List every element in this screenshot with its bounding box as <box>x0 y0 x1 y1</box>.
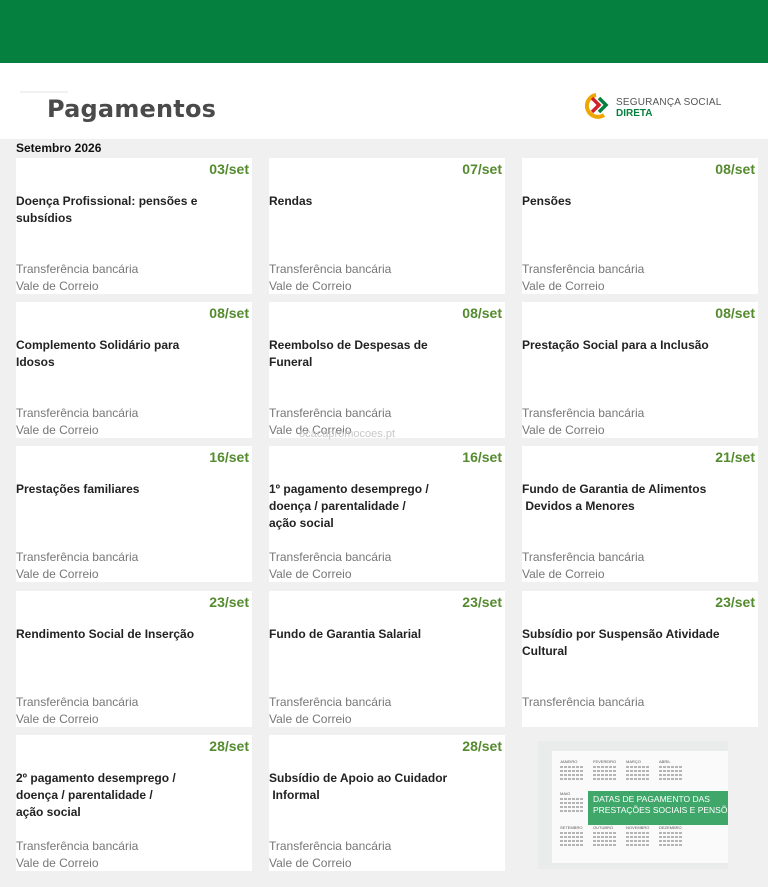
payment-card[interactable]: 16/set Prestações familiares Transferência… <box>16 446 252 582</box>
payment-method-transfer: Transferência bancária <box>522 550 645 564</box>
payment-method-transfer: Transferência bancária <box>16 550 139 564</box>
payment-card[interactable]: 08/set Pensões Transferência bancária Vale … <box>522 158 758 294</box>
payment-method-transfer: Transferência bancária <box>16 262 139 276</box>
payment-method-transfer: Transferência bancária <box>269 262 392 276</box>
benefit-name: Rendimento Social de Inserção <box>16 627 195 641</box>
payment-method-postal: Vale de Correio <box>269 856 352 870</box>
benefit-name: Reembolso de Despesas de Funeral <box>269 338 428 369</box>
payment-method-postal: Vale de Correio <box>269 712 352 726</box>
payment-card[interactable]: 28/set 2º pagamento desemprego / doença /… <box>16 735 252 871</box>
payment-method-postal: Vale de Correio <box>16 423 99 437</box>
payment-date: 21/set <box>715 449 755 465</box>
benefit-name: Prestações familiares <box>16 482 140 496</box>
calendar-month-label: MAIO <box>560 791 571 796</box>
payment-date: 16/set <box>462 449 502 465</box>
benefit-name: 2º pagamento desemprego / doença / paren… <box>16 771 176 819</box>
payment-date: 08/set <box>462 305 502 321</box>
benefit-name: Subsídio de Apoio ao Cuidador Informal <box>269 771 448 802</box>
payment-method-postal: Vale de Correio <box>16 567 99 581</box>
calendar-month-label: NOVEMBRO <box>626 825 650 830</box>
benefit-name: Fundo de Garantia de Alimentos Devidos a… <box>522 482 707 513</box>
payment-card[interactable]: 21/set Fundo de Garantia de Alimentos Dev… <box>522 446 758 582</box>
brand-subname: DIRETA <box>616 108 653 119</box>
payment-card[interactable]: 03/set Doença Profissional: pensões e sub… <box>16 158 252 294</box>
payment-card[interactable]: 28/set Subsídio de Apoio ao Cuidador Info… <box>269 735 505 871</box>
benefit-name: Doença Profissional: pensões e subsídios <box>16 194 198 225</box>
month-label: Setembro 2026 <box>16 141 102 155</box>
payment-method-postal: Vale de Correio <box>16 856 99 870</box>
payment-date: 23/set <box>209 594 249 610</box>
benefit-name: Subsídio por Suspensão Atividade Cultura… <box>522 627 720 658</box>
payment-method-transfer: Transferência bancária <box>269 839 392 853</box>
payment-method-transfer: Transferência bancária <box>16 695 139 709</box>
calendar-month-label: SETEMBRO <box>560 825 583 830</box>
payment-method-postal: Vale de Correio <box>16 712 99 726</box>
payment-card[interactable]: 08/set Complemento Solidário para Idosos T… <box>16 302 252 438</box>
payment-method-transfer: Transferência bancária <box>16 839 139 853</box>
payment-card[interactable]: 23/set Subsídio por Suspensão Atividade C… <box>522 591 758 727</box>
payment-card[interactable]: 08/set Prestação Social para a Inclusão Tr… <box>522 302 758 438</box>
promo-calendar-image[interactable]: JANEIRO FEVEREIRO MARÇO ABRIL MAIO SETEMBRO OU… <box>538 741 728 869</box>
payment-method-postal: Vale de Correio <box>522 423 605 437</box>
payment-method-transfer: Transferência bancária <box>522 406 645 420</box>
payment-card[interactable]: 16/set 1º pagamento desemprego / doença /… <box>269 446 505 582</box>
payment-method-postal: Vale de Correio <box>16 279 99 293</box>
watermark: ocacapromocoes.pt <box>299 428 395 440</box>
payment-date: 07/set <box>462 161 502 177</box>
top-bar <box>0 0 768 63</box>
benefit-name: Complemento Solidário para Idosos <box>16 338 180 369</box>
calendar-month-label: JANEIRO <box>560 759 578 764</box>
payment-card[interactable]: 08/set Reembolso de Despesas de Funeral Tr… <box>269 302 505 438</box>
payment-method-postal: Vale de Correio <box>522 567 605 581</box>
payment-method-postal: Vale de Correio <box>269 279 352 293</box>
payment-card[interactable]: 23/set Fundo de Garantia Salarial Transfer… <box>269 591 505 727</box>
payment-card[interactable]: 23/set Rendimento Social de Inserção Trans… <box>16 591 252 727</box>
payment-method-transfer: Transferência bancária <box>269 695 392 709</box>
benefit-name: Prestação Social para a Inclusão <box>522 338 709 352</box>
payment-date: 08/set <box>715 305 755 321</box>
promo-banner-text: DATAS DE PAGAMENTO DAS PRESTAÇÕES SOCIAI… <box>593 794 728 815</box>
payment-method-transfer: Transferência bancária <box>522 695 645 709</box>
title-accent-line <box>20 91 68 93</box>
benefit-name: 1º pagamento desemprego / doença / paren… <box>269 482 429 530</box>
calendar-month-label: OUTUBRO <box>593 825 613 830</box>
payment-date: 16/set <box>209 449 249 465</box>
payment-method-transfer: Transferência bancária <box>269 550 392 564</box>
calendar-month-label: ABRIL <box>659 759 671 764</box>
promo-banner: DATAS DE PAGAMENTO DAS PRESTAÇÕES SOCIAI… <box>588 791 728 825</box>
payment-date: 28/set <box>462 738 502 754</box>
seguranca-social-direta-logo[interactable]: SEGURANÇA SOCIAL DIRETA <box>582 91 721 121</box>
calendar-month-label: DEZEMBRO <box>659 825 682 830</box>
page-title: Pagamentos <box>47 95 217 123</box>
calendar-month-label: MARÇO <box>626 759 641 764</box>
page-header: Pagamentos SEGURANÇA SOCIAL DIRETA <box>0 63 768 139</box>
benefit-name: Pensões <box>522 194 572 208</box>
payment-date: 08/set <box>209 305 249 321</box>
payment-date: 23/set <box>715 594 755 610</box>
payment-date: 03/set <box>209 161 249 177</box>
payment-date: 23/set <box>462 594 502 610</box>
payment-date: 08/set <box>715 161 755 177</box>
brand-name: SEGURANÇA SOCIAL <box>616 97 722 108</box>
payment-method-postal: Vale de Correio <box>522 279 605 293</box>
payment-method-transfer: Transferência bancária <box>522 262 645 276</box>
payment-method-postal: Vale de Correio <box>269 567 352 581</box>
benefit-name: Fundo de Garantia Salarial <box>269 627 422 641</box>
payment-method-transfer: Transferência bancária <box>16 406 139 420</box>
seguranca-social-logo-icon <box>584 93 609 119</box>
calendar-month-label: FEVEREIRO <box>593 759 617 764</box>
payment-card[interactable]: 07/set Rendas Transferência bancária Vale d… <box>269 158 505 294</box>
payment-method-transfer: Transferência bancária <box>269 406 392 420</box>
payment-date: 28/set <box>209 738 249 754</box>
benefit-name: Rendas <box>269 194 313 208</box>
